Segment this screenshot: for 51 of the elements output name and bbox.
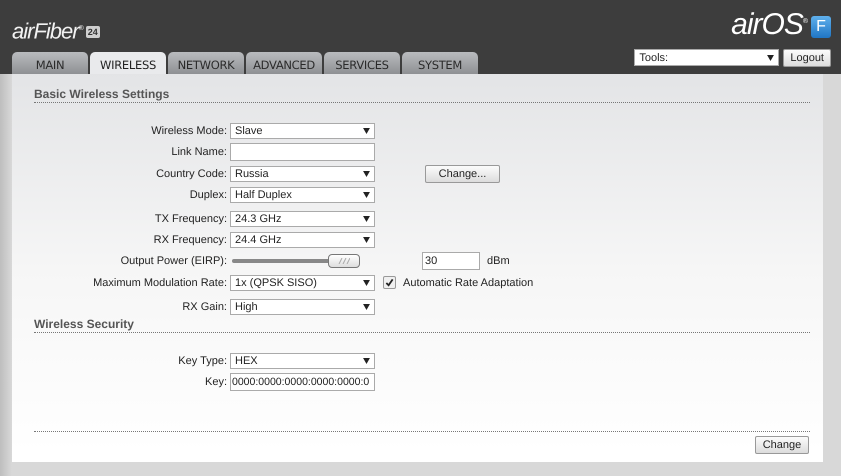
- nav-tab[interactable]: MAIN: [12, 52, 88, 74]
- nav-tab[interactable]: WIRELESS: [90, 52, 166, 74]
- nav-tab[interactable]: NETWORK: [168, 52, 244, 74]
- nav-tab[interactable]: SERVICES: [324, 52, 400, 74]
- select-field[interactable]: Slave: [230, 123, 375, 139]
- select-field[interactable]: 24.4 GHz: [230, 232, 375, 248]
- checkbox[interactable]: [383, 276, 396, 290]
- checkbox-label: Automatic Rate Adaptation: [403, 276, 534, 289]
- change-country-button[interactable]: Change...: [425, 164, 500, 183]
- select-field[interactable]: 24.3 GHz: [230, 210, 375, 227]
- select-field[interactable]: Half Duplex: [230, 186, 375, 203]
- caret-icon: [363, 128, 370, 134]
- airfiber-logo: airFiber$^{®}$: [12, 18, 83, 42]
- field-label: Key:: [204, 376, 228, 388]
- caret-icon: [767, 54, 774, 60]
- slider-thumb[interactable]: [328, 254, 360, 268]
- input-field[interactable]: [230, 143, 375, 162]
- field-label: Output Power (EIRP):: [120, 255, 228, 268]
- field-label: Maximum Modulation Rate:: [92, 276, 228, 289]
- select-field[interactable]: 1x (QPSK SISO): [230, 274, 375, 291]
- unit-label: dBm: [487, 255, 510, 268]
- caret-icon: [363, 237, 370, 244]
- select-field[interactable]: HEX: [230, 352, 375, 369]
- field-label: Duplex:: [188, 188, 228, 201]
- caret-icon: [363, 170, 370, 177]
- select-field[interactable]: High: [230, 298, 375, 315]
- section-title: Basic Wireless Settings: [34, 87, 810, 103]
- caret-icon: [363, 192, 370, 198]
- select-field[interactable]: Russia: [230, 166, 375, 182]
- field-label: RX Frequency:: [152, 234, 228, 246]
- caret-icon: [363, 358, 370, 364]
- os-badge: F: [811, 16, 831, 38]
- section-title: Wireless Security: [34, 316, 810, 333]
- caret-icon: [363, 304, 370, 310]
- field-label: Link Name:: [170, 146, 228, 158]
- caret-icon: [363, 280, 370, 286]
- field-label: TX Frequency:: [154, 212, 228, 225]
- change-button[interactable]: Change: [755, 436, 809, 454]
- power-input[interactable]: 30: [422, 252, 480, 270]
- nav-tab[interactable]: SYSTEM: [402, 52, 478, 74]
- field-label: RX Gain:: [181, 300, 228, 313]
- product-badge: 24: [86, 26, 100, 38]
- input-field[interactable]: 0000:0000:0000:0000:0000:0: [230, 373, 375, 392]
- nav-tab[interactable]: ADVANCED: [246, 52, 322, 74]
- field-label: Wireless Mode:: [150, 125, 228, 137]
- airos-logo: airOS$^{®}$: [731, 7, 807, 41]
- caret-icon: [363, 216, 370, 222]
- field-label: Country Code:: [155, 168, 228, 180]
- logout-button[interactable]: Logout: [783, 49, 831, 67]
- field-label: Key Type:: [177, 354, 228, 367]
- tools-dropdown[interactable]: Tools:: [634, 49, 780, 66]
